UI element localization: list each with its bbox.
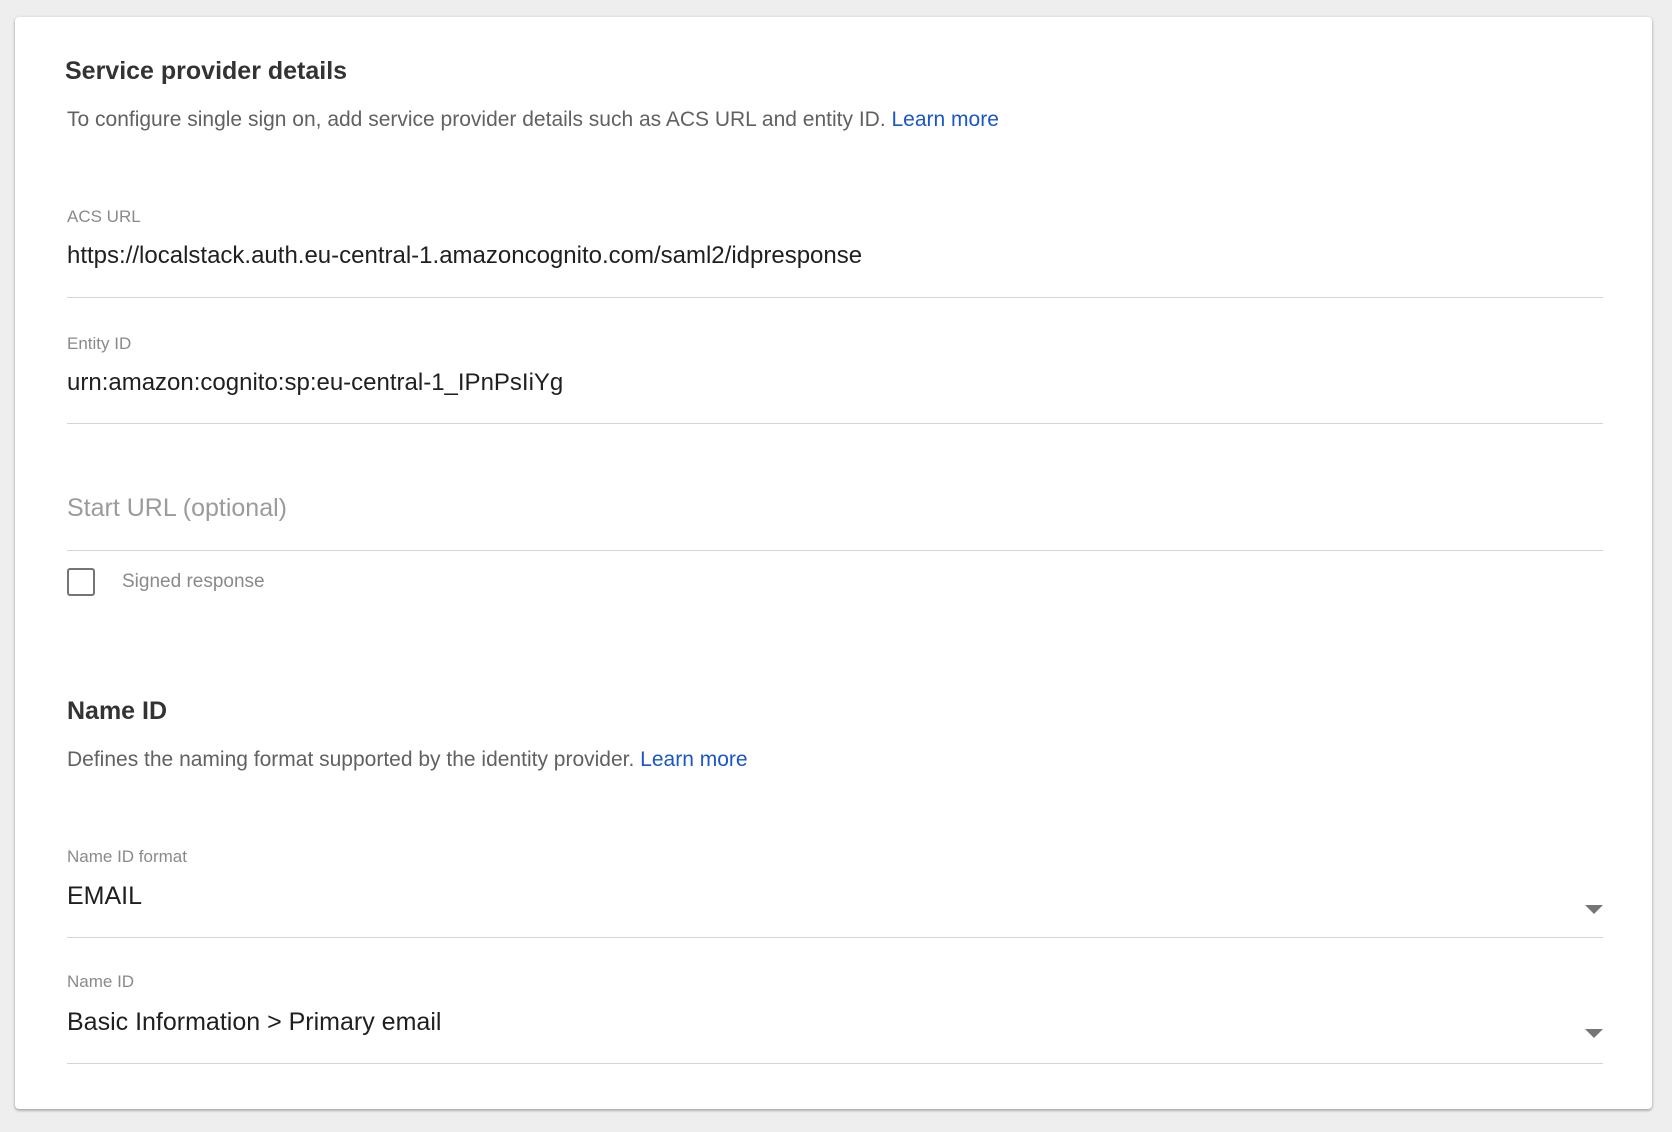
acs-url-label: ACS URL (67, 207, 141, 226)
start-url-field[interactable]: Start URL (optional) (67, 494, 1603, 551)
name-id-format-selected: EMAIL (67, 882, 143, 910)
start-url-underline (67, 550, 1603, 551)
start-url-placeholder: Start URL (optional) (67, 494, 287, 522)
acs-url-underline (67, 297, 1603, 298)
acs-url-field[interactable]: https://localstack.auth.eu-central-1.ama… (67, 239, 1603, 298)
name-id-format-select[interactable]: EMAIL (67, 880, 1603, 938)
entity-id-value: urn:amazon:cognito:sp:eu-central-1_IPnPs… (67, 369, 564, 396)
name-id-description: Defines the naming format supported by t… (67, 748, 748, 772)
name-id-section-title: Name ID (67, 697, 168, 725)
service-provider-description: To configure single sign on, add service… (67, 108, 999, 132)
name-id-description-text: Defines the naming format supported by t… (67, 748, 635, 771)
name-id-format-underline (67, 937, 1603, 938)
chevron-down-icon (1585, 1029, 1603, 1038)
name-id-select[interactable]: Basic Information > Primary email (67, 1005, 1603, 1064)
signed-response-label: Signed response (122, 571, 265, 592)
signed-response-checkbox[interactable] (67, 568, 95, 596)
service-provider-card: Service provider details To configure si… (15, 17, 1652, 1109)
chevron-down-icon (1585, 905, 1603, 914)
name-id-selected: Basic Information > Primary email (67, 1008, 442, 1036)
entity-id-underline (67, 423, 1603, 424)
name-id-learn-more-link[interactable]: Learn more (640, 748, 747, 771)
name-id-format-label: Name ID format (67, 847, 187, 866)
entity-id-label: Entity ID (67, 334, 132, 353)
name-id-label: Name ID (67, 972, 135, 991)
service-provider-description-text: To configure single sign on, add service… (67, 108, 886, 131)
service-provider-title: Service provider details (65, 57, 348, 85)
name-id-underline (67, 1063, 1603, 1064)
learn-more-link[interactable]: Learn more (892, 108, 999, 131)
entity-id-field[interactable]: urn:amazon:cognito:sp:eu-central-1_IPnPs… (67, 367, 1603, 424)
acs-url-value: https://localstack.auth.eu-central-1.ama… (67, 242, 863, 269)
